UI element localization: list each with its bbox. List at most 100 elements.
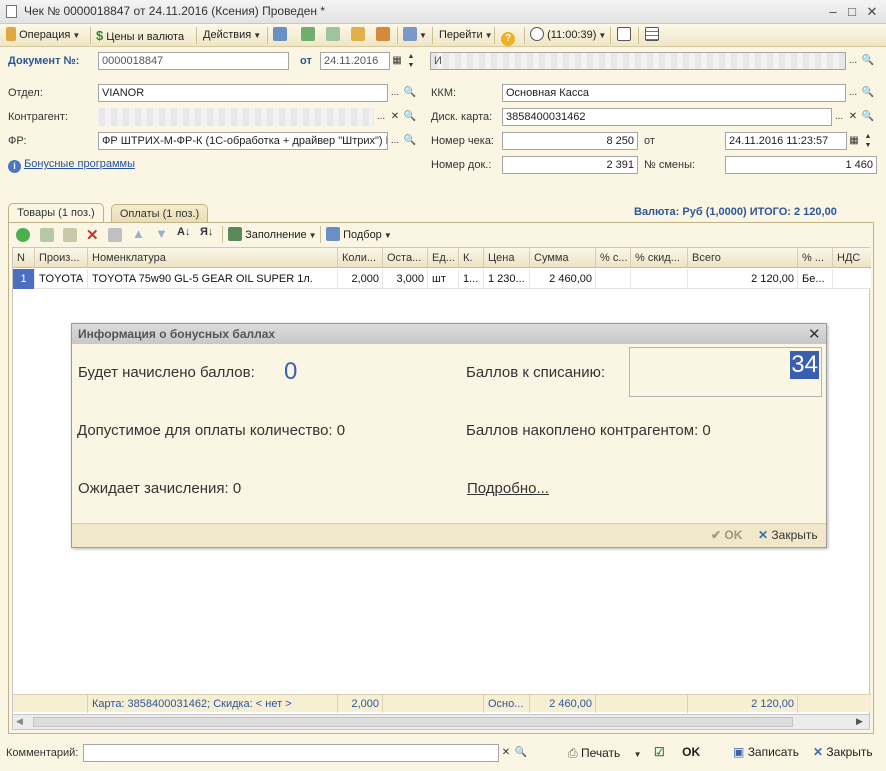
column-header[interactable]: Номенклатура bbox=[88, 248, 338, 268]
edit-row-icon[interactable] bbox=[63, 228, 77, 242]
fr-label: ФР: bbox=[8, 135, 27, 147]
counterparty-field[interactable] bbox=[98, 108, 374, 126]
doc-number-field[interactable]: 0000018847 bbox=[98, 52, 289, 70]
column-header[interactable]: Коли... bbox=[338, 248, 383, 268]
close-icon[interactable]: ✕ bbox=[863, 3, 881, 20]
comment-input[interactable] bbox=[83, 744, 499, 762]
fr-search-icon[interactable]: 🔍 bbox=[403, 132, 417, 150]
scroll-left-icon[interactable]: ◀ bbox=[16, 716, 23, 727]
comment-clear-icon[interactable]: ✕ bbox=[499, 744, 513, 762]
doc-no-label: Номер док.: bbox=[431, 159, 492, 171]
fill-button[interactable]: Заполнение ▼ bbox=[228, 227, 317, 241]
goto-button[interactable]: Перейти ▼ bbox=[439, 27, 493, 44]
column-header[interactable]: Цена bbox=[484, 248, 530, 268]
operation-button[interactable]: Операция ▼ bbox=[6, 27, 80, 44]
tab-goods[interactable]: Товары (1 поз.) bbox=[8, 203, 104, 224]
calendar-icon[interactable]: ▦ bbox=[390, 52, 404, 70]
org-select-button[interactable]: ... bbox=[846, 52, 860, 70]
bonus-programs-link[interactable]: Бонусные программы bbox=[24, 158, 135, 170]
column-header[interactable]: НДС bbox=[833, 248, 871, 268]
ok-button[interactable]: ☑ OK bbox=[654, 745, 700, 759]
tab-payments[interactable]: Оплаты (1 поз.) bbox=[111, 204, 208, 224]
help-icon[interactable]: ? bbox=[501, 27, 515, 46]
card-field[interactable]: 3858400031462 bbox=[502, 108, 832, 126]
organization-field[interactable]: И bbox=[430, 52, 846, 70]
hierarchy-icon[interactable] bbox=[617, 27, 631, 44]
receipt-calendar-icon[interactable]: ▦ bbox=[847, 132, 861, 150]
counterparty-search-icon[interactable]: 🔍 bbox=[403, 108, 417, 126]
column-header[interactable]: % ... bbox=[798, 248, 833, 268]
comment-search-icon[interactable]: 🔍 bbox=[514, 744, 528, 762]
table-row[interactable]: 1 TOYOTA TOYOTA 75w90 GL-5 GEAR OIL SUPE… bbox=[13, 269, 871, 289]
printer-icon: ⎙ bbox=[568, 746, 578, 760]
close-button[interactable]: ✕ Закрыть bbox=[813, 745, 873, 759]
shift-field[interactable]: 1 460 bbox=[725, 156, 877, 174]
dept-field[interactable]: VIANOR bbox=[98, 84, 388, 102]
dept-select-button[interactable]: ... bbox=[388, 84, 402, 102]
move-up-icon[interactable]: ▲ bbox=[132, 226, 145, 241]
pick-button[interactable]: Подбор ▼ bbox=[326, 227, 392, 241]
list-view-icon[interactable] bbox=[645, 27, 659, 44]
move-down-icon[interactable]: ▼ bbox=[155, 226, 168, 241]
org-search-icon[interactable]: 🔍 bbox=[861, 52, 875, 70]
post-icon[interactable] bbox=[273, 27, 287, 44]
document-linked-icon[interactable] bbox=[376, 27, 390, 44]
sort-asc-icon[interactable]: A↓ bbox=[177, 226, 190, 238]
card-clear-icon[interactable]: ✕ bbox=[846, 108, 860, 126]
horizontal-scrollbar[interactable]: ◀ ▶ bbox=[12, 714, 870, 730]
column-header[interactable]: К. bbox=[459, 248, 484, 268]
card-search-icon[interactable]: 🔍 bbox=[861, 108, 875, 126]
sort-desc-icon[interactable]: Я↓ bbox=[200, 226, 213, 238]
fr-select-button[interactable]: ... bbox=[388, 132, 402, 150]
time-button[interactable]: (11:00:39) ▼ bbox=[530, 27, 606, 44]
column-header[interactable]: Всего bbox=[688, 248, 798, 268]
column-header[interactable]: Сумма bbox=[530, 248, 596, 268]
column-header[interactable]: % с... bbox=[596, 248, 631, 268]
prices-currency-button[interactable]: $ Цены и валюта bbox=[96, 27, 184, 44]
structure-icon[interactable]: ▼ bbox=[403, 27, 427, 44]
dialog-close-icon[interactable]: ✕ bbox=[808, 325, 821, 343]
save-button[interactable]: ▣ Записать bbox=[733, 745, 799, 759]
receipt-date-spinner[interactable]: ▲ ▼ bbox=[861, 132, 875, 150]
dept-search-icon[interactable]: 🔍 bbox=[403, 84, 417, 102]
title-bar: Чек № 0000018847 от 24.11.2016 (Ксения) … bbox=[0, 0, 886, 24]
dialog-ok-button[interactable]: ✔ OK bbox=[711, 528, 742, 542]
actions-button[interactable]: Действия ▼ bbox=[203, 27, 261, 44]
counterparty-select-button[interactable]: ... bbox=[374, 108, 388, 126]
column-header[interactable]: % скид... bbox=[631, 248, 688, 268]
document-base-icon[interactable] bbox=[351, 27, 365, 44]
counterparty-clear-icon[interactable]: ✕ bbox=[388, 108, 402, 126]
details-link[interactable]: Подробно... bbox=[467, 480, 549, 497]
column-header[interactable]: N bbox=[13, 248, 35, 268]
kkm-search-icon[interactable]: 🔍 bbox=[861, 84, 875, 102]
date-spinner[interactable]: ▲ ▼ bbox=[404, 52, 418, 70]
minimize-icon[interactable]: – bbox=[824, 3, 842, 20]
writeoff-input[interactable]: 34 bbox=[629, 347, 822, 397]
kkm-select-button[interactable]: ... bbox=[846, 84, 860, 102]
column-header[interactable]: Произ... bbox=[35, 248, 88, 268]
dialog-close-button[interactable]: ✕ Закрыть bbox=[758, 528, 818, 542]
doc-date-field[interactable]: 24.11.2016 bbox=[320, 52, 390, 70]
refresh-icon[interactable] bbox=[301, 27, 315, 44]
print-button[interactable]: ⎙ Печать ▼ bbox=[568, 746, 642, 761]
column-header[interactable]: Ед... bbox=[428, 248, 459, 268]
delete-row-icon[interactable]: ✕ bbox=[86, 226, 99, 244]
fr-field[interactable]: ФР ШТРИХ-М-ФР-К (1С-обработка + драйвер … bbox=[98, 132, 388, 150]
footer-card-info: Карта: 3858400031462; Скидка: < нет > bbox=[88, 695, 338, 713]
add-row-icon[interactable] bbox=[16, 228, 30, 242]
doc-no-field[interactable]: 2 391 bbox=[502, 156, 638, 174]
operation-icon bbox=[6, 27, 16, 41]
receipt-date-field[interactable]: 24.11.2016 11:23:57 bbox=[725, 132, 847, 150]
maximize-icon[interactable]: □ bbox=[843, 3, 861, 20]
copy-icon[interactable] bbox=[326, 27, 340, 44]
end-edit-icon[interactable] bbox=[108, 228, 122, 242]
receipt-number-field[interactable]: 8 250 bbox=[502, 132, 638, 150]
card-select-button[interactable]: ... bbox=[832, 108, 846, 126]
scroll-right-icon[interactable]: ▶ bbox=[856, 716, 863, 727]
copy-row-icon[interactable] bbox=[40, 228, 54, 242]
scroll-thumb[interactable] bbox=[33, 717, 793, 727]
kkm-field[interactable]: Основная Касса bbox=[502, 84, 846, 102]
grid-toolbar: ✕ ▲ ▼ A↓ Я↓ Заполнение ▼ Подбор ▼ bbox=[14, 226, 414, 244]
column-header[interactable]: Оста... bbox=[383, 248, 428, 268]
dollar-icon: $ bbox=[96, 28, 104, 43]
